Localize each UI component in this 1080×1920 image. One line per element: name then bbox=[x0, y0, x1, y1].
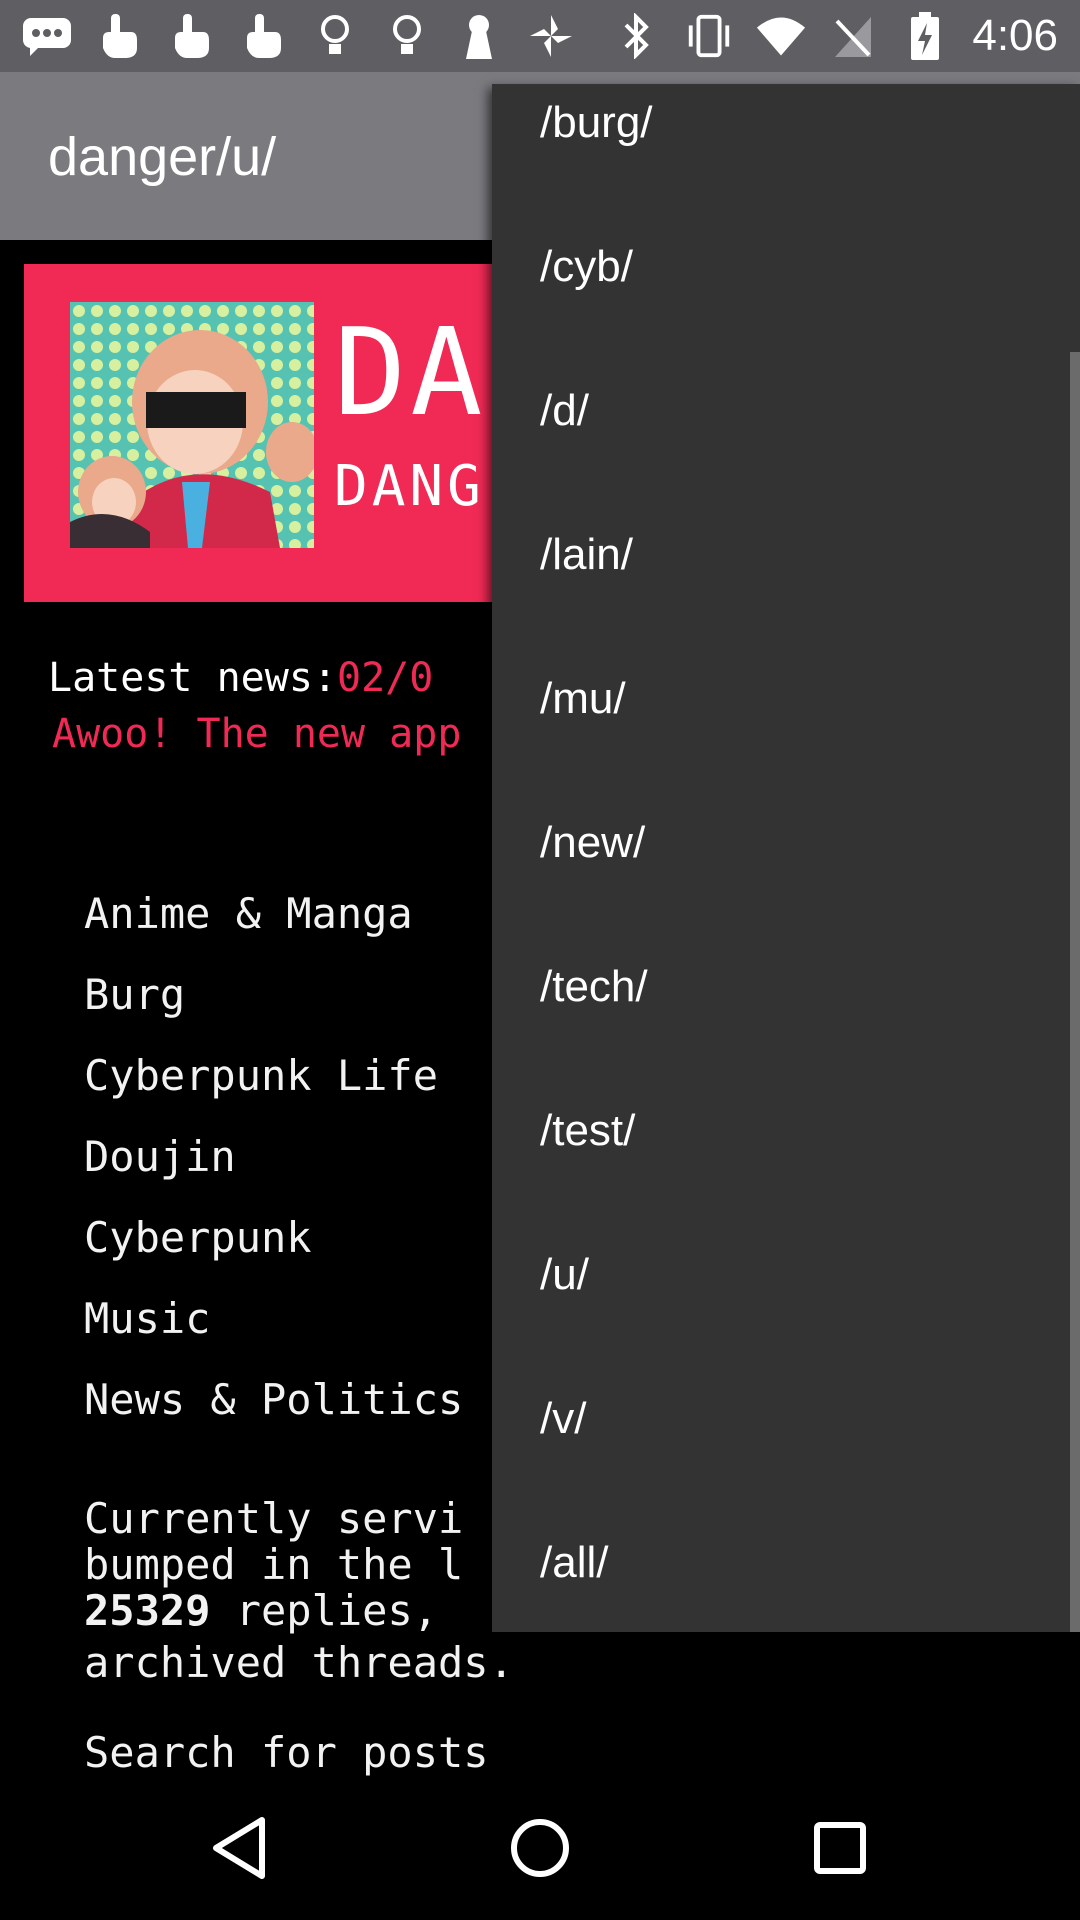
board-link-burg[interactable]: Burg bbox=[84, 965, 463, 1046]
board-link-cyberpunk[interactable]: Cyberpunk bbox=[84, 1208, 463, 1289]
news-body[interactable]: Awoo! The new app bbox=[52, 706, 461, 762]
battery-charging-icon bbox=[900, 11, 950, 61]
board-link-news-politics[interactable]: News & Politics bbox=[84, 1370, 463, 1451]
navigation-bar bbox=[0, 1776, 1080, 1920]
board-link-cyberpunk-life[interactable]: Cyberpunk Life bbox=[84, 1046, 463, 1127]
menu-item-new[interactable]: /new/ bbox=[540, 818, 645, 868]
menu-item-lain[interactable]: /lain/ bbox=[540, 530, 633, 580]
board-dropdown-menu: /burg/ /cyb/ /d/ /lain/ /mu/ /new/ /tech… bbox=[492, 84, 1080, 1632]
home-button[interactable] bbox=[490, 1798, 590, 1898]
back-button[interactable] bbox=[190, 1798, 290, 1898]
stats-line: Currently servi bbox=[84, 1494, 464, 1543]
latest-news: Latest news:02/0 Awoo! The new app bbox=[48, 650, 461, 762]
board-link-anime-manga[interactable]: Anime & Manga bbox=[84, 884, 463, 965]
board-link-doujin[interactable]: Doujin bbox=[84, 1127, 463, 1208]
status-bar-system: 4:06 bbox=[612, 8, 1058, 64]
board-list: Anime & Manga Burg Cyberpunk Life Doujin… bbox=[84, 884, 463, 1451]
search-posts-link[interactable]: Search for posts bbox=[84, 1728, 489, 1777]
keyhole-icon bbox=[454, 11, 504, 61]
pinwheel-icon bbox=[526, 11, 576, 61]
board-link-music[interactable]: Music bbox=[84, 1289, 463, 1370]
stats-replies-line: 25329 replies, bbox=[84, 1588, 514, 1634]
recents-button[interactable] bbox=[790, 1798, 890, 1898]
menu-item-d[interactable]: /d/ bbox=[540, 386, 589, 436]
stats-line: bumped in the l bbox=[84, 1540, 464, 1589]
bulb-icon bbox=[382, 11, 432, 61]
menu-item-all[interactable]: /all/ bbox=[540, 1538, 608, 1588]
clock: 4:06 bbox=[972, 11, 1058, 60]
replies-count: 25329 bbox=[84, 1586, 211, 1635]
stats-line: archived threads. bbox=[84, 1638, 514, 1687]
banner-subtitle: DANG bbox=[334, 454, 485, 519]
recents-icon bbox=[814, 1822, 866, 1874]
news-label: Latest news: bbox=[48, 655, 337, 701]
status-bar-notifications bbox=[22, 10, 576, 62]
bluetooth-icon bbox=[612, 11, 662, 61]
menu-item-v[interactable]: /v/ bbox=[540, 1394, 586, 1444]
menu-item-burg[interactable]: /burg/ bbox=[540, 98, 653, 148]
menu-item-u[interactable]: /u/ bbox=[540, 1250, 589, 1300]
menu-item-tech[interactable]: /tech/ bbox=[540, 962, 648, 1012]
touch-icon bbox=[238, 11, 288, 61]
home-icon bbox=[511, 1819, 569, 1877]
banner-mascot-image bbox=[70, 302, 314, 548]
app-title: danger/u/ bbox=[48, 127, 277, 187]
menu-item-mu[interactable]: /mu/ bbox=[540, 674, 626, 724]
message-icon bbox=[22, 11, 72, 61]
back-icon bbox=[213, 1817, 265, 1879]
menu-item-test[interactable]: /test/ bbox=[540, 1106, 635, 1156]
menu-item-cyb[interactable]: /cyb/ bbox=[540, 242, 633, 292]
news-date: 02/0 bbox=[336, 655, 434, 701]
touch-icon bbox=[166, 11, 216, 61]
vibrate-icon bbox=[684, 11, 734, 61]
site-stats: Currently servi bumped in the l 25329 re… bbox=[84, 1496, 514, 1686]
dropdown-scrollbar[interactable] bbox=[1070, 352, 1080, 1632]
status-bar: 4:06 bbox=[0, 0, 1080, 72]
touch-icon bbox=[94, 11, 144, 61]
no-sim-icon bbox=[828, 11, 878, 61]
banner-title: DA bbox=[334, 304, 487, 443]
wifi-icon bbox=[756, 11, 806, 61]
bulb-icon bbox=[310, 11, 360, 61]
stats-line: replies, bbox=[210, 1586, 439, 1635]
